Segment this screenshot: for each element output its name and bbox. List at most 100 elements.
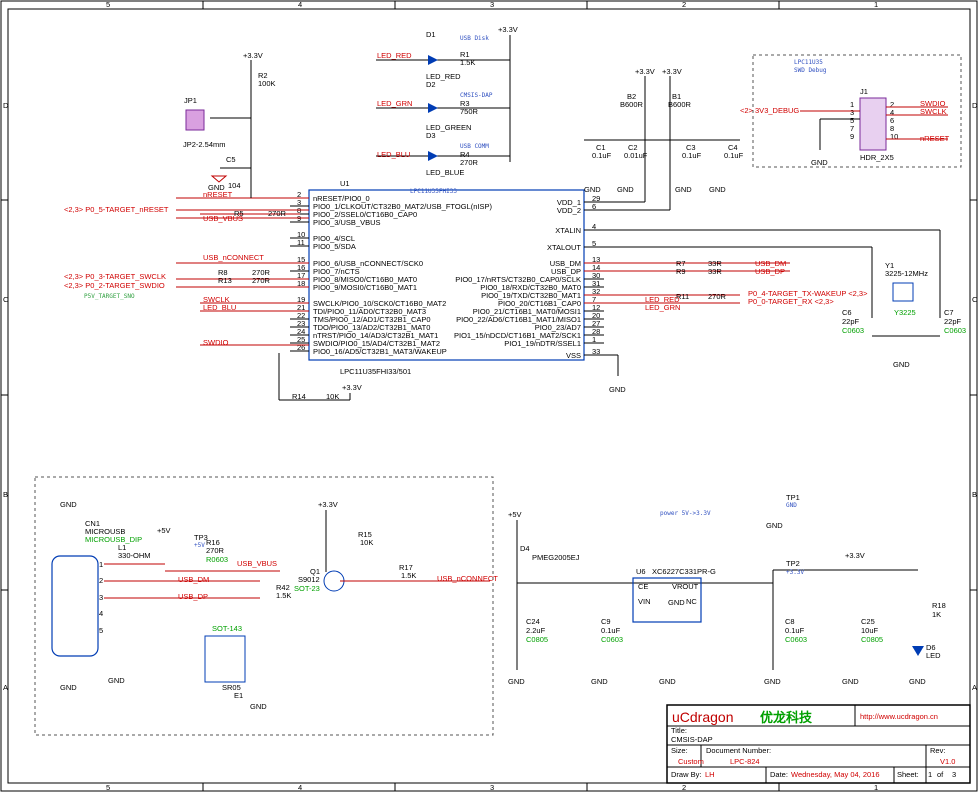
net-usb-dp-right: USB_DP [755, 267, 785, 276]
net-p02-target-swdio: <2,3> P0_2-TARGET_SWDIO [64, 281, 165, 290]
b1-value: B600R [668, 100, 692, 109]
u6-ce: CE [638, 582, 648, 591]
col-label: 2 [682, 783, 686, 792]
c25-ref: C25 [861, 617, 875, 626]
u1-subtitle: LPC11U35FHI33 [410, 188, 457, 195]
d3-name: LED_BLUE [426, 168, 464, 177]
title-label: Title: [671, 726, 687, 735]
col-label: 3 [490, 0, 494, 9]
net-usb-nconnect: USB_nCONNECT [437, 574, 498, 583]
tp3-note: +5V [194, 542, 205, 549]
cn1-pin: 3 [99, 593, 103, 602]
sheet-total: 3 [952, 770, 956, 779]
row-label: C [3, 295, 9, 304]
r9-ref: R9 [676, 267, 686, 276]
c6-value: 22pF [842, 317, 860, 326]
col-label: 2 [682, 0, 686, 9]
u6-part: XC6227C331PR-G [652, 567, 716, 576]
tp2-ref: TP2 [786, 559, 800, 568]
u1-pin-number: 11 [297, 238, 305, 247]
r11-value: 270R [708, 292, 727, 301]
j1-part: HDR_2X5 [860, 153, 894, 162]
r9-value: 33R [708, 267, 722, 276]
c24-value: 2.2uF [526, 626, 546, 635]
row-label: D [972, 101, 978, 110]
sr05-sub: E1 [234, 691, 243, 700]
r2-supply: +3.3V [243, 51, 263, 60]
c2-gnd: GND [617, 185, 634, 194]
d1-ref: D1 [426, 30, 436, 39]
sheet-of: of [937, 770, 944, 779]
reg-gnd: GND [909, 677, 926, 686]
y1-value: 3225-12MHz [885, 269, 928, 278]
reg-5v: +5V [508, 510, 522, 519]
c8-package: C0603 [785, 635, 807, 644]
d2-ref: D2 [426, 80, 436, 89]
row-label: A [972, 683, 977, 692]
led-red-icon [428, 55, 438, 65]
j1-ref: J1 [860, 87, 868, 96]
col-label: 4 [298, 0, 302, 9]
q1-supply: +3.3V [318, 500, 338, 509]
jp1-reset-circuit: +3.3V R2 100K JP1 JP2-2.54mm C5 104 GND [183, 51, 276, 198]
net-usb-dm: USB_DM [178, 575, 209, 584]
q1-part: S9012 [298, 575, 320, 584]
r5-ref: R5 [234, 209, 244, 218]
reg-gnd: GND [764, 677, 781, 686]
u6-vrout: VROUT [672, 582, 699, 591]
d1-note: USB Disk [460, 35, 489, 42]
docnum-value: LPC-824 [730, 757, 760, 766]
title-block: uCdragon 优龙科技 http://www.ucdragon.cn Tit… [666, 704, 971, 784]
c6-package: C0603 [842, 326, 864, 335]
u1-pin-name: XTALOUT [547, 243, 581, 252]
j1-gnd: GND [811, 158, 828, 167]
r4-value: 270R [460, 158, 479, 167]
c4-value: 0.1uF [724, 151, 744, 160]
u1-pin-name: VDD_2 [557, 206, 581, 215]
col-label: 4 [298, 783, 302, 792]
tp2-net: +3.3V [786, 569, 804, 576]
usb-gnd-4: GND [250, 702, 267, 711]
net-led-grn-right: LED_GRN [645, 303, 680, 312]
sheet-number: 1 [928, 770, 932, 779]
r5-value: 270R [268, 209, 287, 218]
u6-gnd: GND [668, 598, 685, 607]
net-3v3-debug: <2> 3V3_DEBUG [740, 106, 799, 115]
power-note: power 5V->3.3V [660, 510, 711, 517]
r18-value: 1K [932, 610, 941, 619]
net-usb-nconnect-left: USB_nCONNECT [203, 253, 264, 262]
vdd-section: +3.3V +3.3V B2 B600R B1 B600R C1 0.1uF C… [584, 67, 744, 211]
c6-ref: C6 [842, 308, 852, 317]
u6-nc: NC [686, 597, 697, 606]
c25-package: C0805 [861, 635, 883, 644]
d4-part: PMEG2005EJ [532, 553, 580, 562]
net-p05-target-nreset: <2,3> P0_5-TARGET_nRESET [64, 205, 169, 214]
r17-value: 1.5K [401, 571, 416, 580]
j1-header [859, 97, 887, 151]
net-usb-dp: USB_DP [178, 592, 208, 601]
drawby-label: Draw By: [671, 770, 701, 779]
u1-pin-name: PIO0_16/AD5/CT32B1_MAT3/WAKEUP [313, 347, 447, 356]
u6-ref: U6 [636, 567, 646, 576]
title-value: CMSIS-DAP [671, 735, 713, 744]
r14-ref: R14 [292, 392, 306, 401]
schematic-sheet: 5 4 3 2 1 5 4 3 2 1 D C B A D C B A U1 L… [0, 0, 978, 792]
net-p03-target-swclk: <2,3> P0_3-TARGET_SWCLK [64, 272, 166, 281]
c5-ref: C5 [226, 155, 236, 164]
row-label: B [972, 490, 977, 499]
net-led-blu: LED_BLU [377, 150, 410, 159]
b1-supply: +3.3V [662, 67, 682, 76]
reg-33v: +3.3V [845, 551, 865, 560]
d4-ref: D4 [520, 544, 530, 553]
y1-package: Y3225 [894, 308, 916, 317]
reg-gnd: GND [508, 677, 525, 686]
cn1-pin: 2 [99, 576, 103, 585]
company-url: http://www.ucdragon.cn [860, 712, 938, 721]
u1-mcu: U1 LPC11U35FHI33 LPC11U35FHI33/501 2 nRES… [290, 179, 604, 376]
d6-led-icon [912, 646, 924, 656]
u1-pin-name: VSS [566, 351, 581, 360]
led-section: +3.3V LED_RED D1 LED_RED USB Disk R1 1.5… [376, 25, 518, 177]
vss-gnd: GND [609, 385, 626, 394]
sheet-inner-frame [7, 8, 971, 784]
date-label: Date: [770, 770, 788, 779]
